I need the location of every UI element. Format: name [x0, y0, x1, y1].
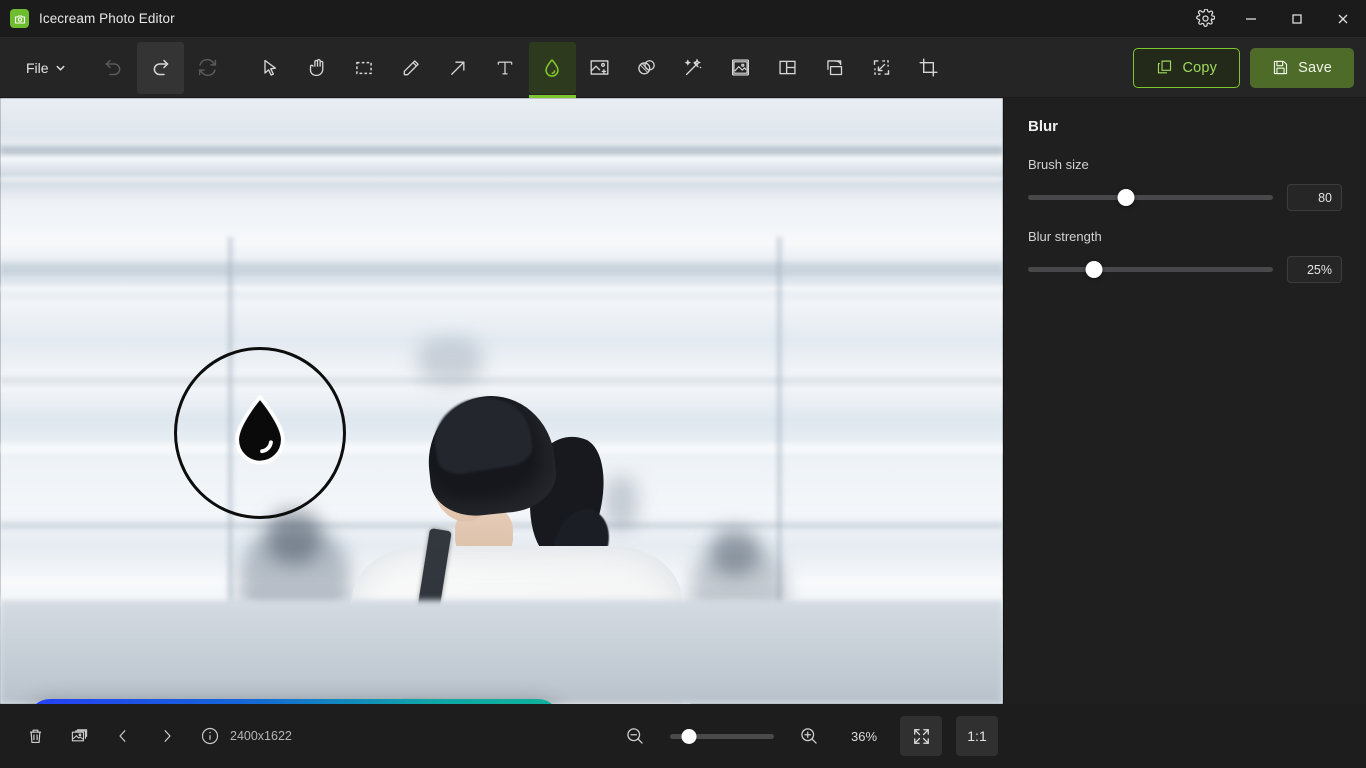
chevron-left-icon[interactable] — [102, 716, 144, 756]
camera-icon — [10, 9, 29, 28]
chevron-right-icon[interactable] — [146, 716, 188, 756]
title-bar-left: Icecream Photo Editor — [0, 9, 175, 28]
slider-knob[interactable] — [1086, 261, 1103, 278]
copy-icon — [1156, 59, 1173, 76]
crop-icon[interactable] — [905, 42, 952, 94]
marquee-select-icon[interactable] — [341, 42, 388, 94]
arrow-icon[interactable] — [435, 42, 482, 94]
slider-knob[interactable] — [1118, 189, 1135, 206]
floppy-disk-icon — [1272, 59, 1289, 76]
brush-size-slider[interactable] — [1028, 189, 1273, 207]
zoom-slider-knob[interactable] — [681, 729, 696, 744]
main-area: Blur Photos Blur Brush size 80 Blur stre… — [0, 98, 1366, 704]
brush-size-value[interactable]: 80 — [1287, 184, 1342, 211]
blur-strength-label: Blur strength — [1028, 229, 1342, 244]
resize-icon[interactable] — [858, 42, 905, 94]
zoom-out-icon[interactable] — [614, 716, 656, 756]
blur-strength-control: Blur strength 25% — [1028, 229, 1342, 283]
save-button[interactable]: Save — [1250, 48, 1354, 88]
blur-settings-panel: Blur Brush size 80 Blur strength — [1003, 98, 1366, 704]
app-window: Icecream Photo Editor File — [0, 0, 1366, 768]
slider-track — [1028, 195, 1273, 200]
canvas-area[interactable]: Blur Photos — [0, 98, 1003, 704]
motion-streak — [0, 286, 1003, 291]
reset-icon[interactable] — [184, 42, 231, 94]
zoom-slider[interactable] — [670, 728, 774, 744]
brush-size-row: 80 — [1028, 184, 1342, 211]
blur-strength-value[interactable]: 25% — [1287, 256, 1342, 283]
info-icon[interactable] — [200, 726, 220, 746]
color-drops-icon[interactable] — [623, 42, 670, 94]
save-label: Save — [1298, 60, 1332, 76]
minimize-icon[interactable] — [1228, 0, 1274, 38]
edited-photo — [0, 98, 1003, 704]
cursor-icon[interactable] — [247, 42, 294, 94]
file-menu-label: File — [26, 60, 49, 76]
file-info: 2400x1622 — [200, 726, 292, 746]
zoom-controls: 36% 1:1 — [614, 716, 998, 756]
pencil-icon[interactable] — [388, 42, 435, 94]
close-icon[interactable] — [1320, 0, 1366, 38]
file-meta: 2400x1622 — [230, 728, 292, 745]
title-bar: Icecream Photo Editor — [0, 0, 1366, 38]
droplet-icon[interactable] — [529, 42, 576, 94]
zoom-level-label: 36% — [842, 729, 886, 744]
motion-streak — [0, 146, 1003, 155]
platform-floor — [0, 600, 1003, 704]
main-toolbar: File — [0, 38, 1366, 98]
blur-strength-row: 25% — [1028, 256, 1342, 283]
gear-icon[interactable] — [1182, 0, 1228, 38]
fit-screen-icon[interactable] — [900, 716, 942, 756]
app-title: Icecream Photo Editor — [39, 11, 175, 26]
collage-icon[interactable] — [764, 42, 811, 94]
motion-streak — [0, 262, 1003, 276]
rotate-copy-icon[interactable] — [811, 42, 858, 94]
window-controls — [1182, 0, 1366, 38]
redo-icon[interactable] — [137, 42, 184, 94]
brush-size-label: Brush size — [1028, 157, 1342, 172]
chevron-down-icon — [55, 62, 66, 73]
blurred-passenger-head — [268, 510, 320, 564]
blurred-sign — [418, 338, 482, 384]
blurred-object — [604, 476, 638, 530]
copy-button[interactable]: Copy — [1133, 48, 1240, 88]
hand-icon[interactable] — [294, 42, 341, 94]
blur-brush-cursor — [174, 347, 346, 519]
undo-icon[interactable] — [90, 42, 137, 94]
train-door-edge — [777, 237, 784, 607]
blur-strength-slider[interactable] — [1028, 261, 1273, 279]
images-icon[interactable] — [58, 716, 100, 756]
copy-label: Copy — [1182, 60, 1217, 76]
trash-icon[interactable] — [14, 716, 56, 756]
text-icon[interactable] — [482, 42, 529, 94]
droplet-icon — [228, 394, 292, 472]
frame-image-icon[interactable] — [717, 42, 764, 94]
maximize-icon[interactable] — [1274, 0, 1320, 38]
motion-streak — [0, 377, 1003, 385]
actual-size-button[interactable]: 1:1 — [956, 716, 998, 756]
panel-title: Blur — [1028, 118, 1342, 135]
slider-track — [1028, 267, 1273, 272]
file-dimensions: 2400x1622 — [230, 728, 292, 745]
add-image-icon[interactable] — [576, 42, 623, 94]
zoom-in-icon[interactable] — [788, 716, 830, 756]
blurred-passenger-head — [712, 528, 758, 576]
file-menu-button[interactable]: File — [16, 53, 76, 83]
motion-streak — [0, 177, 1003, 181]
magic-wand-icon[interactable] — [670, 42, 717, 94]
status-bar: 2400x1622 36% — [0, 704, 1366, 768]
brush-size-control: Brush size 80 — [1028, 157, 1342, 211]
